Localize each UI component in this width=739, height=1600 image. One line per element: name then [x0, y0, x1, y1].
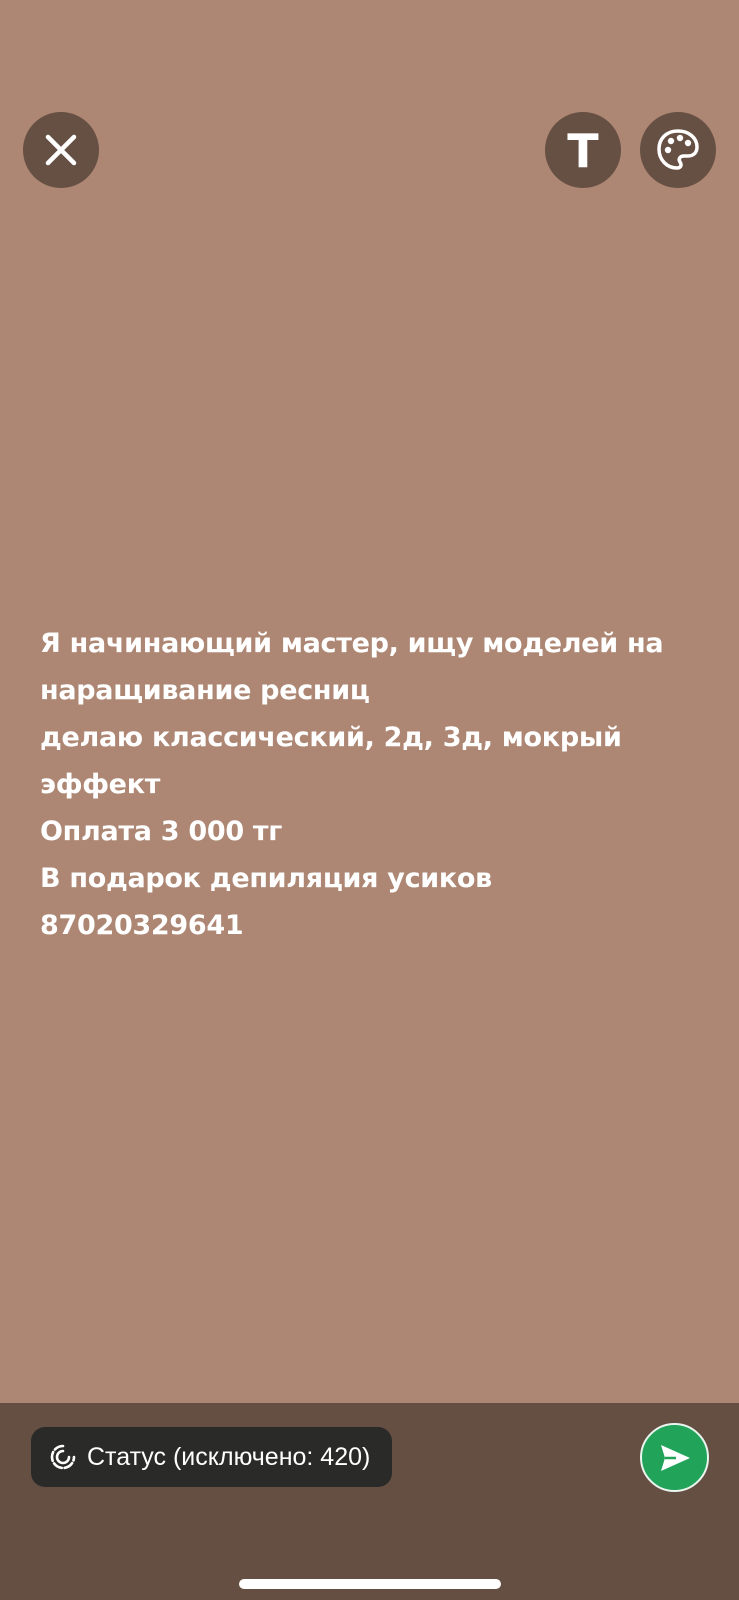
- status-text-line: Я начинающий мастер, ищу моделей на: [40, 628, 664, 659]
- status-text-line: наращивание ресниц: [40, 675, 370, 706]
- status-text[interactable]: Я начинающий мастер, ищу моделей на нара…: [40, 620, 700, 949]
- close-icon: [45, 134, 77, 166]
- status-audience-button[interactable]: Статус (исключено: 420): [31, 1427, 393, 1487]
- text-tool-button[interactable]: T: [545, 112, 621, 188]
- status-text-line: В подарок депиляция усиков: [40, 863, 492, 894]
- text-tool-label: T: [567, 124, 599, 178]
- bottom-bar: Статус (исключено: 420): [0, 1403, 739, 1600]
- send-button[interactable]: [640, 1423, 709, 1492]
- status-text-line: 87020329641: [40, 910, 244, 941]
- status-ring-icon: [49, 1443, 77, 1471]
- status-text-line: Оплата 3 000 тг: [40, 816, 283, 847]
- palette-icon: [657, 129, 699, 170]
- background-color-button[interactable]: [640, 112, 716, 188]
- status-audience-label: Статус (исключено: 420): [87, 1442, 371, 1471]
- status-text-line: эффект: [40, 769, 161, 800]
- send-icon: [660, 1444, 690, 1471]
- close-button[interactable]: [23, 112, 99, 188]
- status-canvas[interactable]: T Я начинающий мастер, ищу моделей на на…: [0, 0, 739, 1403]
- home-indicator: [239, 1579, 501, 1589]
- status-text-line: делаю классический, 2д, 3д, мокрый: [40, 722, 622, 753]
